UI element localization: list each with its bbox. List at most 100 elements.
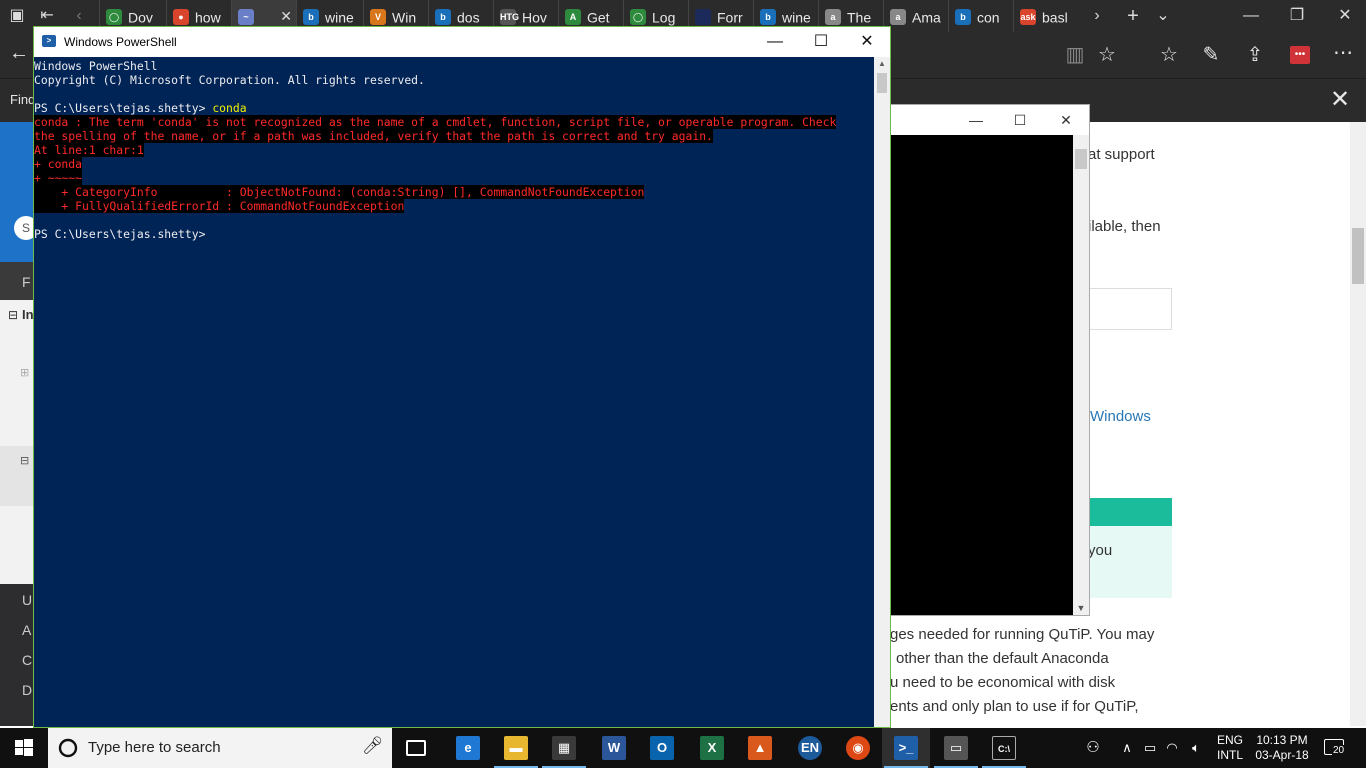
note-body: you — [1088, 526, 1172, 598]
file-explorer-icon: ▬ — [504, 736, 528, 760]
footer-letter[interactable]: A — [22, 622, 31, 638]
tab-list-chevron-icon[interactable]: ⌄ — [1150, 0, 1176, 32]
page-scroll-thumb[interactable] — [1352, 228, 1364, 284]
taskbar: Type here to search 🎤︎ e ▬ ▦ W O X ▲ EN ◉ >_ ▭ C:\ … — [0, 728, 1366, 768]
windows-link[interactable]: Windows — [1090, 408, 1151, 425]
network-icon[interactable]: ◠ — [1162, 728, 1182, 768]
collapse-icon[interactable]: ⊟ — [8, 308, 18, 322]
taskbar-app-matlab[interactable]: ▲ — [736, 728, 784, 768]
close-icon[interactable]: ✕ — [844, 29, 890, 55]
taskbar-app-language[interactable]: EN — [786, 728, 834, 768]
action-center-icon[interactable]: 20 — [1322, 737, 1350, 759]
browser-tab[interactable]: ask basl — [1013, 0, 1083, 32]
minimize-icon[interactable]: — — [1236, 0, 1266, 32]
restore-icon[interactable]: ❐ — [1282, 0, 1312, 32]
taskbar-app-file-explorer[interactable]: ▬ — [492, 728, 540, 768]
selected-row: ⊟ — [0, 446, 34, 506]
tab-label: basl — [1042, 9, 1068, 26]
close-find-icon[interactable]: ✕ — [1330, 85, 1350, 114]
cmd-icon: C:\ — [992, 736, 1016, 760]
footer-letter[interactable]: D — [22, 682, 32, 698]
excel-icon: X — [700, 736, 724, 760]
minimize-icon[interactable]: — — [961, 109, 991, 131]
taskbar-app-outlook[interactable]: O — [638, 728, 686, 768]
web-note-icon[interactable]: ✎ — [1196, 42, 1226, 67]
page-text: ents and only plan to use if for QuTiP, — [890, 698, 1139, 715]
power-icon[interactable]: ▭ — [1140, 728, 1160, 768]
maximize-icon[interactable]: ☐ — [798, 29, 844, 55]
close-icon[interactable]: ✕ — [1330, 0, 1360, 32]
reading-view-icon[interactable]: ▥ — [1060, 42, 1090, 67]
microphone-icon[interactable]: 🎤︎ — [362, 736, 384, 756]
console-line: conda : The term 'conda' is not recogniz… — [34, 115, 874, 129]
console-line: At line:1 char:1 — [34, 143, 874, 157]
find-label: Find — [10, 92, 36, 107]
tab-favicon-icon: b — [303, 9, 319, 26]
minimize-icon[interactable]: — — [752, 29, 798, 55]
console-line-text: Windows PowerShell — [34, 59, 158, 73]
console-window-icon: ▭ — [944, 736, 968, 760]
tab-label: dos — [457, 9, 480, 26]
extension-icon[interactable]: ••• — [1290, 46, 1310, 64]
console-line: + FullyQualifiedErrorId : CommandNotFoun… — [34, 199, 874, 213]
new-tab-icon[interactable]: + — [1120, 0, 1146, 32]
taskbar-app-cmd[interactable]: C:\ — [980, 728, 1028, 768]
page-text: at support — [1088, 146, 1155, 163]
console-scrollbar[interactable]: ▼ — [1073, 135, 1089, 615]
page-scrollbar[interactable] — [1350, 122, 1366, 726]
collapse-icon[interactable]: ⊟ — [20, 454, 29, 467]
taskbar-app-task-view[interactable] — [392, 728, 440, 768]
matlab-icon: ▲ — [748, 736, 772, 760]
back-icon[interactable]: ← — [4, 42, 34, 65]
tab-label: Hov — [522, 9, 547, 26]
tab-preview-icon[interactable]: ▣ — [4, 0, 30, 32]
browser-tab[interactable]: a Ama — [883, 0, 948, 32]
console-body[interactable] — [891, 135, 1073, 615]
tab-favicon-icon: ◯ — [106, 9, 122, 26]
scroll-tabs-right-icon[interactable]: › — [1084, 0, 1110, 32]
outlook-icon: O — [650, 736, 674, 760]
volume-icon[interactable]: 🔈︎ — [1186, 728, 1206, 768]
tab-favicon-icon: ~ — [238, 9, 254, 26]
taskbar-app-ubuntu[interactable]: ◉ — [834, 728, 882, 768]
browser-tab[interactable]: b con — [948, 0, 1013, 32]
expand-icon[interactable]: ⊞ — [20, 366, 29, 379]
clock-time: 10:13 PM — [1256, 733, 1308, 747]
taskbar-search[interactable]: Type here to search 🎤︎ — [48, 728, 392, 768]
favorite-star-icon[interactable]: ☆ — [1092, 42, 1122, 67]
tab-label: Ama — [912, 9, 941, 26]
clock[interactable]: 10:13 PM 03-Apr-18 — [1254, 733, 1310, 763]
console-line-text: + FullyQualifiedErrorId : CommandNotFoun… — [34, 199, 405, 213]
taskbar-app-excel[interactable]: X — [688, 728, 736, 768]
taskbar-app-powershell[interactable]: >_ — [882, 728, 930, 768]
favorites-hub-icon[interactable]: ☆ — [1154, 42, 1184, 67]
footer-letter[interactable]: C — [22, 652, 32, 668]
page-sidebar: S F ⊟ In ⊞ ⊟ U A C D — [0, 122, 38, 726]
people-icon[interactable]: ⚇ — [1082, 728, 1104, 768]
taskbar-app-edge[interactable]: e — [444, 728, 492, 768]
console-scroll-thumb[interactable] — [1075, 149, 1087, 169]
input-language[interactable]: ENG INTL — [1214, 733, 1246, 763]
lang-top: ENG — [1216, 733, 1243, 747]
tab-label: wine — [782, 9, 811, 26]
share-icon[interactable]: ⇪ — [1240, 42, 1270, 67]
show-hidden-icons-icon[interactable]: ∧ — [1118, 728, 1136, 768]
scroll-down-icon[interactable]: ▼ — [1073, 603, 1089, 613]
start-button[interactable] — [0, 728, 48, 768]
taskbar-app-console-window[interactable]: ▭ — [932, 728, 980, 768]
maximize-icon[interactable]: ☐ — [1005, 109, 1035, 131]
taskbar-app-word[interactable]: W — [590, 728, 638, 768]
taskbar-app-store[interactable]: ▦ — [540, 728, 588, 768]
ubuntu-icon: ◉ — [846, 736, 870, 760]
console-line-text: the spelling of the name, or if a path w… — [34, 129, 713, 143]
powershell-title-bar[interactable]: > Windows PowerShell — ☐ ✕ — [34, 27, 890, 57]
page-header-block: S — [0, 122, 38, 262]
scroll-up-icon[interactable]: ▲ — [874, 57, 890, 71]
powershell-icon[interactable]: > — [42, 35, 56, 47]
powershell-scrollbar[interactable]: ▲ — [874, 57, 890, 727]
powershell-scroll-thumb[interactable] — [877, 73, 887, 93]
footer-letter[interactable]: U — [22, 592, 32, 608]
more-menu-icon[interactable]: ⋯ — [1328, 40, 1358, 65]
powershell-console[interactable]: Windows PowerShell Copyright (C) Microsof… — [34, 57, 874, 727]
close-icon[interactable]: ✕ — [1051, 109, 1081, 131]
